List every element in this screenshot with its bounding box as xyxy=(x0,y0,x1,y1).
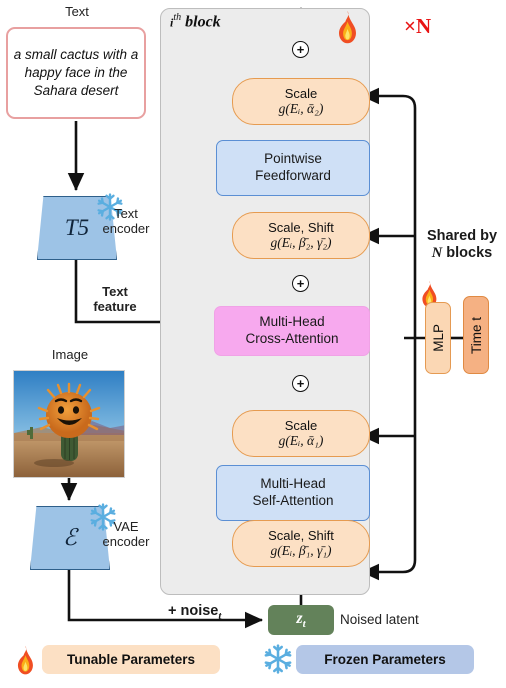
time-embedding-module[interactable]: Time t xyxy=(463,296,489,374)
module-multi-head-cross-attention[interactable]: Multi-Head Cross-Attention xyxy=(214,306,370,356)
module-formula: g(Eᵢ, ᾱ₁) xyxy=(278,433,324,449)
zt-symbol: zt xyxy=(296,610,305,630)
noised-latent-label: Noised latent xyxy=(340,612,419,627)
module-title: Scale, Shift xyxy=(268,219,334,235)
module-formula: g(Eᵢ, β̄₂, γ̄₂) xyxy=(270,235,332,251)
module-multi-head-self-attention[interactable]: Multi-Head Self-Attention xyxy=(216,465,370,521)
module-title: Scale xyxy=(284,85,318,101)
legend-frozen-label: Frozen Parameters xyxy=(324,652,446,667)
module-scale-shift-1[interactable]: Scale, Shift g(Eᵢ, β̄₁, γ̄₁) xyxy=(232,520,370,567)
text-input-label: Text xyxy=(65,4,89,19)
vae-encoder-label: VAE encoder xyxy=(102,519,150,549)
repeat-n-label: ×N xyxy=(404,14,432,38)
diagram-canvas: Text a small cactus with a happy face in… xyxy=(0,0,506,688)
vae-symbol: ℰ xyxy=(63,525,77,550)
flame-icon xyxy=(332,10,362,49)
module-title: Multi-Head xyxy=(260,476,326,492)
module-scale-shift-2[interactable]: Scale, Shift g(Eᵢ, β̄₂, γ̄₂) xyxy=(232,212,370,259)
flame-icon xyxy=(12,645,38,680)
add-noise-label: + noiset xyxy=(168,603,221,622)
shared-blocks-word: blocks xyxy=(446,245,493,262)
module-formula: g(Eᵢ, ᾱ₂) xyxy=(278,101,324,117)
module-title: Multi-Head xyxy=(259,314,325,330)
module-title: Scale xyxy=(284,417,318,433)
mlp-module[interactable]: MLP xyxy=(425,302,451,374)
residual-add-node: + xyxy=(292,375,309,392)
zt-subscript: t xyxy=(302,618,306,631)
block-title: ith block xyxy=(170,12,221,31)
module-scale-1[interactable]: Scale g(Eᵢ, ᾱ₁) xyxy=(232,410,370,457)
residual-add-node: + xyxy=(292,41,309,58)
legend-tunable-label: Tunable Parameters xyxy=(66,652,196,667)
t5-symbol: T5 xyxy=(64,215,90,240)
mlp-label: MLP xyxy=(430,324,446,352)
residual-add-node: + xyxy=(292,275,309,292)
block-index-superscript: th xyxy=(173,12,182,23)
module-scale-2[interactable]: Scale g(Eᵢ, ᾱ₂) xyxy=(232,78,370,125)
text-feature-label: Text feature xyxy=(93,284,137,314)
shared-line2: N blocks xyxy=(418,245,506,262)
module-subtitle: Self-Attention xyxy=(252,493,334,508)
module-subtitle: Feedforward xyxy=(255,168,331,183)
legend-frozen-parameters: Frozen Parameters xyxy=(296,645,474,674)
module-pointwise-feedforward[interactable]: Pointwise Feedforward xyxy=(216,140,370,196)
shared-n: N xyxy=(431,245,443,262)
noise-subscript: t xyxy=(218,609,222,622)
legend-tunable-parameters: Tunable Parameters xyxy=(42,645,220,674)
block-title-word: block xyxy=(185,13,221,31)
module-formula: g(Eᵢ, β̄₁, γ̄₁) xyxy=(270,543,332,559)
snowflake-icon xyxy=(262,643,294,680)
module-title: Scale, Shift xyxy=(268,527,334,543)
noise-text: + noise xyxy=(168,603,219,619)
shared-line1: Shared by xyxy=(426,228,498,244)
noised-latent-box: zt xyxy=(268,605,334,635)
image-input-label: Image xyxy=(51,347,89,362)
module-subtitle: Cross-Attention xyxy=(245,331,339,346)
shared-by-n-blocks-label: Shared by N blocks xyxy=(418,228,506,263)
text-prompt-box: a small cactus with a happy face in the … xyxy=(6,27,146,119)
time-label: Time t xyxy=(468,316,484,354)
text-prompt-value: a small cactus with a happy face in the … xyxy=(13,46,139,99)
input-image-thumbnail xyxy=(13,370,125,478)
module-title: Pointwise xyxy=(264,151,322,167)
text-encoder-label: Text encoder xyxy=(102,206,150,236)
